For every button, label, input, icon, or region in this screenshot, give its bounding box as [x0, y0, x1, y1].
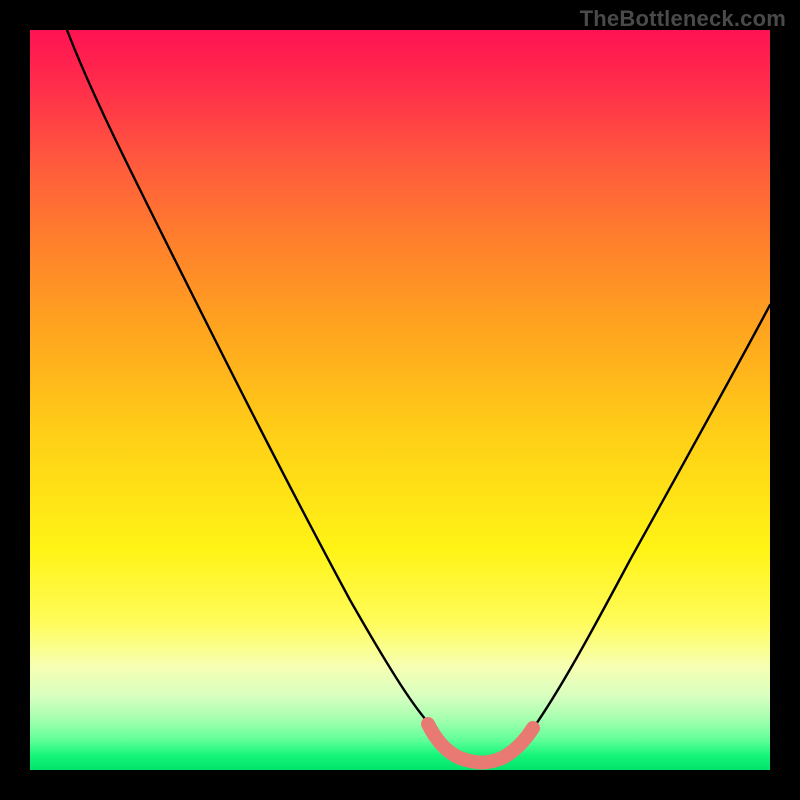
- plot-area: [30, 30, 770, 770]
- chart-frame: TheBottleneck.com: [0, 0, 800, 800]
- curve-layer: [30, 30, 770, 770]
- watermark-text: TheBottleneck.com: [580, 6, 786, 32]
- bottleneck-curve-line: [67, 30, 770, 762]
- optimal-zone-highlight: [428, 724, 533, 763]
